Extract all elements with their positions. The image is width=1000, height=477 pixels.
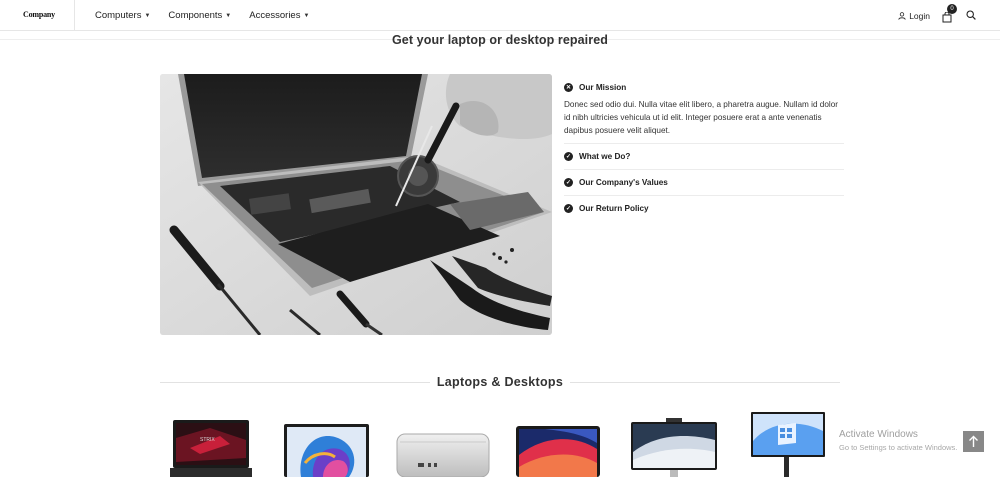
nav-computers[interactable]: Computers ▼ [95, 10, 150, 21]
site-header: Company Computers ▼ Components ▼ Accesso… [0, 0, 1000, 31]
user-icon [898, 11, 906, 20]
check-icon: ✓ [564, 204, 573, 214]
accordion-item-values: ✓ Our Company's Values [564, 170, 844, 197]
close-icon: ✕ [564, 82, 573, 92]
back-to-top-button[interactable] [963, 431, 984, 452]
nav-accessories[interactable]: Accessories ▼ [249, 10, 309, 21]
cart-button[interactable]: 0 [942, 3, 957, 22]
logo[interactable]: Company [23, 10, 55, 19]
check-icon: ✓ [564, 152, 573, 162]
accordion-header-return-policy[interactable]: ✓ Our Return Policy [564, 196, 844, 221]
mac-studio-image [396, 433, 490, 477]
accordion-title: Our Return Policy [579, 204, 649, 214]
chevron-down-icon: ▼ [303, 12, 310, 19]
login-link[interactable]: Login [898, 11, 930, 21]
surface-laptop-image [284, 424, 369, 477]
nav-computers-label: Computers [95, 10, 142, 21]
accordion-body-mission: Donec sed odio dui. Nulla vitae elit lib… [564, 100, 838, 135]
accordion-title: Our Mission [579, 82, 627, 92]
chevron-down-icon: ▼ [225, 12, 232, 19]
product-card-all-in-one[interactable] [630, 418, 718, 477]
accordion-item-mission: ✕ Our Mission Donec sed odio dui. Nulla … [564, 79, 844, 145]
search-button[interactable] [966, 7, 976, 25]
cart-count-badge: 0 [947, 3, 957, 14]
search-icon [966, 9, 976, 20]
product-card-mac-studio[interactable] [396, 433, 490, 477]
activate-windows-title: Activate Windows [839, 429, 918, 440]
accordion-header-values[interactable]: ✓ Our Company's Values [564, 170, 844, 195]
all-in-one-desktop-image [631, 418, 717, 477]
arrow-up-icon [969, 435, 978, 447]
accordion-item-return-policy: ✓ Our Return Policy [564, 196, 844, 221]
accordion-header-mission[interactable]: ✕ Our Mission [564, 79, 844, 95]
product-card-macbook[interactable] [515, 425, 601, 477]
product-card-surface-laptop[interactable] [283, 423, 370, 477]
accordion-header-what-we-do[interactable]: ✓ What we Do? [564, 144, 844, 169]
activate-windows-subtitle: Go to Settings to activate Windows. [839, 443, 958, 452]
monitor-image [751, 412, 825, 477]
laptop-repair-image [160, 74, 552, 335]
login-label: Login [909, 10, 930, 21]
nav-components-label: Components [168, 10, 223, 21]
main-nav: Computers ▼ Components ▼ Accessories ▼ [95, 0, 309, 31]
header-actions: Login 0 [898, 0, 976, 31]
logo-divider [74, 0, 75, 31]
gaming-laptop-image: STRIX [170, 420, 252, 477]
product-card-monitor[interactable] [750, 411, 826, 477]
accordion-item-what-we-do: ✓ What we Do? [564, 144, 844, 171]
products-section-title: Laptops & Desktops [436, 375, 564, 389]
about-accordion: ✕ Our Mission Donec sed odio dui. Nulla … [564, 79, 844, 221]
check-icon: ✓ [564, 178, 573, 188]
svg-text:STRIX: STRIX [200, 437, 215, 443]
accordion-title: What we Do? [579, 152, 631, 162]
product-card-gaming-laptop[interactable]: STRIX [170, 418, 252, 477]
nav-components[interactable]: Components ▼ [168, 10, 231, 21]
macbook-image [516, 426, 600, 477]
chevron-down-icon: ▼ [144, 12, 151, 19]
repair-section-title: Get your laptop or desktop repaired [391, 33, 609, 47]
nav-accessories-label: Accessories [249, 10, 301, 21]
accordion-title: Our Company's Values [579, 178, 668, 188]
